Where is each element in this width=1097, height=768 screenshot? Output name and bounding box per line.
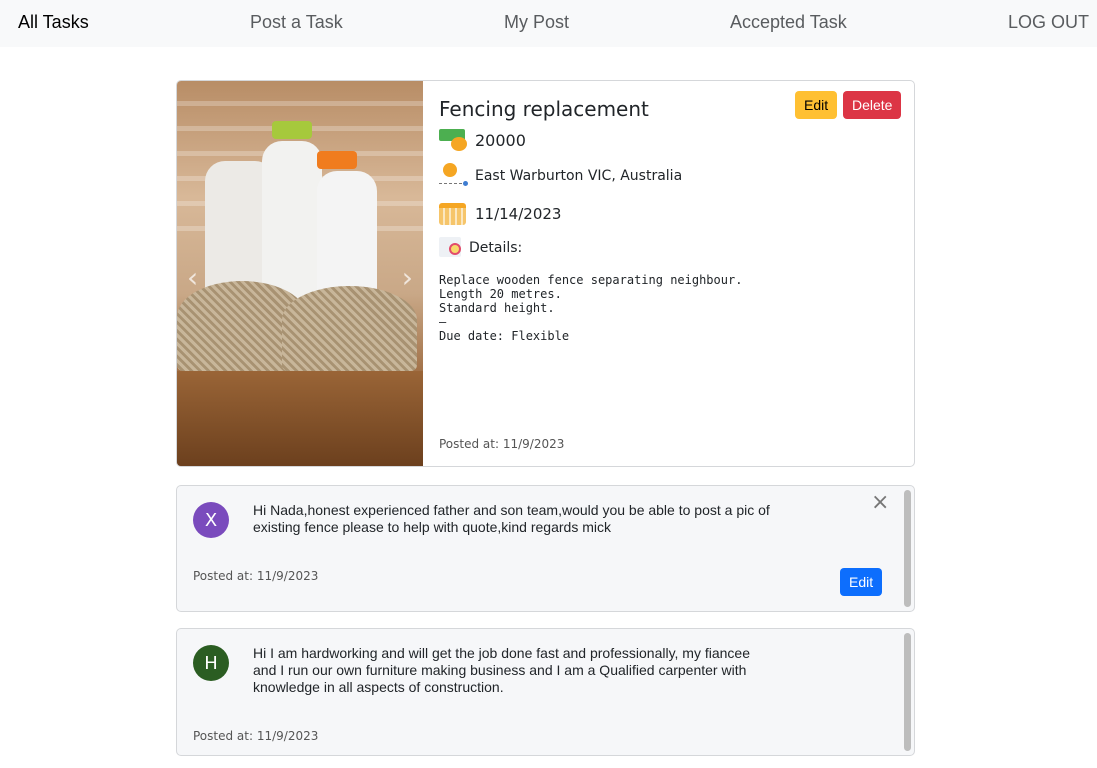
- scrollbar[interactable]: [904, 490, 911, 607]
- nav-my-post[interactable]: My Post: [504, 12, 569, 33]
- money-icon: [439, 127, 469, 153]
- task-card: ‹ › Fencing replacement 20000 East Warbu…: [176, 80, 915, 467]
- nav-all-tasks[interactable]: All Tasks: [18, 12, 89, 33]
- comment-text: Hi I am hardworking and will get the job…: [253, 645, 751, 695]
- task-posted-at: Posted at: 11/9/2023: [439, 437, 565, 451]
- delete-task-button[interactable]: Delete: [843, 91, 902, 119]
- task-location: East Warburton VIC, Australia: [475, 168, 683, 184]
- task-price: 20000: [475, 130, 526, 150]
- task-date: 11/14/2023: [475, 205, 562, 223]
- nav-accepted-task[interactable]: Accepted Task: [730, 12, 847, 33]
- scrollbar[interactable]: [904, 633, 911, 751]
- task-image-carousel: ‹ ›: [177, 81, 423, 466]
- details-icon: [439, 235, 469, 261]
- top-nav: All Tasks Post a Task My Post Accepted T…: [0, 0, 1097, 47]
- comment-posted-at: Posted at: 11/9/2023: [193, 569, 319, 583]
- task-details: Replace wooden fence separating neighbou…: [439, 273, 743, 343]
- comment-posted-at: Posted at: 11/9/2023: [193, 729, 319, 743]
- edit-task-button[interactable]: Edit: [795, 91, 838, 119]
- nav-logout[interactable]: LOG OUT: [1008, 12, 1089, 33]
- edit-comment-button[interactable]: Edit: [840, 568, 883, 596]
- nav-post-task[interactable]: Post a Task: [250, 12, 343, 33]
- carousel-next-button[interactable]: ›: [402, 261, 413, 294]
- calendar-icon: [439, 201, 469, 227]
- close-icon[interactable]: ×: [871, 490, 889, 515]
- details-label: Details:: [469, 240, 523, 256]
- comment-card: H Hi I am hardworking and will get the j…: [176, 628, 915, 756]
- avatar: X: [193, 502, 229, 538]
- carousel-prev-button[interactable]: ‹: [187, 261, 198, 294]
- location-pin-icon: [439, 163, 469, 189]
- comment-card: X Hi Nada,honest experienced father and …: [176, 485, 915, 612]
- avatar: H: [193, 645, 229, 681]
- comment-text: Hi Nada,honest experienced father and so…: [253, 502, 770, 535]
